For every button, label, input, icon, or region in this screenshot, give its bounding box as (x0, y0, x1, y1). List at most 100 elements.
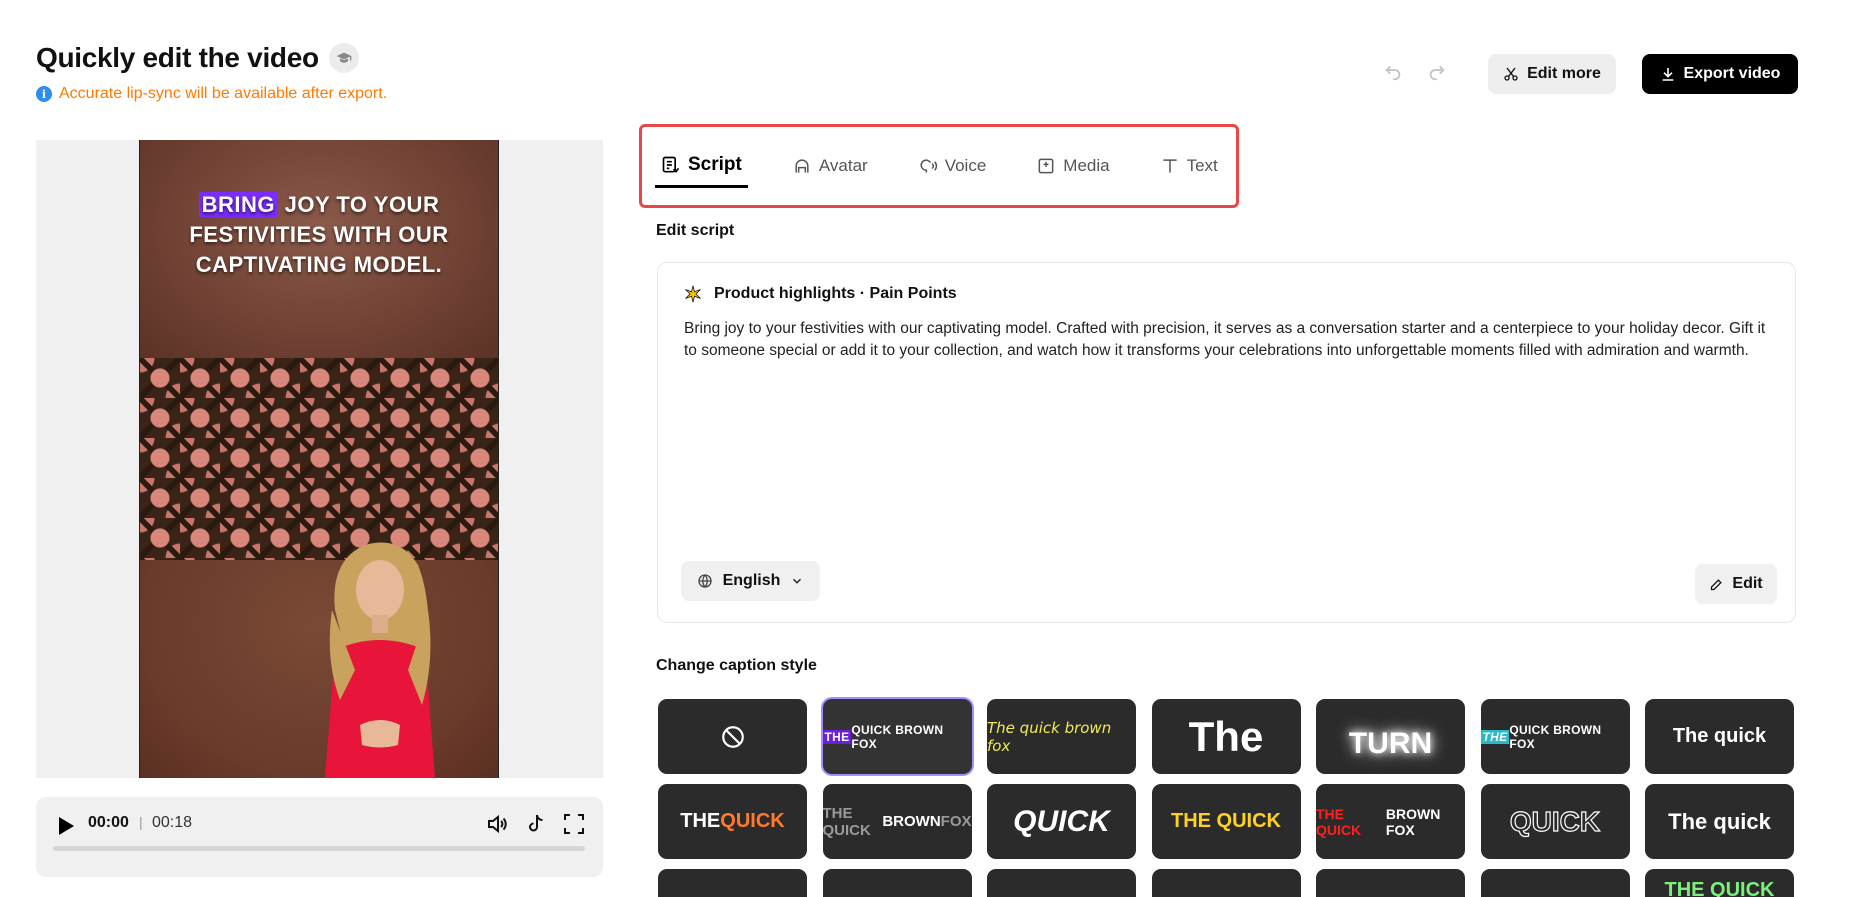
tab-text[interactable]: Text (1154, 144, 1224, 188)
caption-style-text: QUICK BROWN FOX (1509, 722, 1602, 751)
current-time: 00:00 (88, 814, 129, 831)
caption-style-text: THE (822, 729, 852, 744)
history-controls (1382, 60, 1448, 87)
media-icon (1038, 158, 1054, 174)
caption-style-text: The (1188, 712, 1264, 760)
caption-style-tile[interactable]: THE QUICK (1645, 869, 1794, 897)
caption-style-text: The quick (1668, 808, 1771, 834)
export-label: Export video (1683, 65, 1781, 82)
caption-style-tile[interactable]: The (1151, 699, 1301, 774)
language-label: English (722, 572, 781, 589)
caption-style-text: THE (680, 810, 721, 832)
avatar-icon (795, 159, 809, 173)
caption-style-tile[interactable]: THE QUICK (658, 784, 807, 859)
editor-tabs: Script Avatar Voice Media Text (655, 144, 1262, 188)
caption-style-text: THE QUICK (1171, 810, 1281, 832)
caption-style-text: BROWN FOX (1385, 805, 1441, 838)
caption-style-text: TURN (1348, 726, 1433, 760)
caption-style-tile[interactable]: The quick (1645, 784, 1794, 859)
caption-style-tile[interactable]: THE QUICK (1151, 784, 1301, 859)
no-caption-icon (721, 725, 744, 748)
graduation-cap-icon[interactable] (328, 43, 359, 73)
page-title: Quickly edit the video (36, 42, 359, 74)
caption-style-grid: THE QUICK BROWN FOX The quick brown fox … (658, 699, 1798, 859)
tab-voice-label: Voice (944, 156, 987, 175)
caption-style-tile[interactable] (1151, 869, 1301, 897)
caption-line-3: CAPTIVATING MODEL. (195, 252, 443, 277)
script-card: Product highlights · Pain Points Bring j… (657, 262, 1796, 623)
script-card-title: Product highlights · Pain Points (714, 285, 957, 302)
caption-style-row-partial: THE QUICK (658, 869, 1798, 897)
fullscreen-icon[interactable] (562, 812, 586, 836)
edit-script-button[interactable]: Edit (1695, 564, 1777, 604)
time-separator: | (139, 814, 143, 830)
caption-style-text: THE QUICK (822, 804, 871, 839)
caption-style-tile[interactable]: The quick brown fox (987, 699, 1136, 774)
caption-style-text: THE QUICK (1316, 805, 1362, 838)
caption-style-tile[interactable]: QUICK (1480, 784, 1630, 859)
tab-text-label: Text (1186, 156, 1218, 175)
caption-style-tile[interactable] (1316, 869, 1465, 897)
edit-more-label: Edit more (1527, 65, 1601, 82)
script-card-header: Product highlights · Pain Points (684, 285, 957, 303)
script-icon (662, 156, 680, 173)
text-icon (1162, 159, 1177, 173)
caption-style-text: The quick (1672, 725, 1767, 747)
caption-line-1: JOY TO YOUR (278, 192, 440, 217)
caption-style-tile[interactable]: THE QUICK BROWN FOX (1316, 784, 1465, 859)
video-frame[interactable]: BRING JOY TO YOUR FESTIVITIES WITH OUR C… (139, 140, 499, 778)
caption-style-text: THE (1480, 729, 1510, 744)
download-icon (1662, 68, 1673, 81)
caption-style-tile[interactable] (822, 869, 972, 897)
video-preview-area: BRING JOY TO YOUR FESTIVITIES WITH OUR C… (36, 140, 603, 778)
edit-script-label: Edit (1732, 575, 1763, 592)
chevron-down-icon (793, 578, 802, 584)
video-caption: BRING JOY TO YOUR FESTIVITIES WITH OUR C… (140, 190, 498, 280)
caption-style-tile[interactable]: THE QUICK BROWN FOX (1480, 699, 1630, 774)
voice-icon (920, 159, 937, 173)
tab-script[interactable]: Script (655, 144, 748, 188)
caption-style-tile[interactable]: THE QUICK BROWN FOX (822, 699, 972, 774)
tab-media[interactable]: Media (1030, 144, 1115, 188)
tiktok-icon[interactable] (524, 812, 548, 836)
caption-style-text: FOX (940, 813, 972, 830)
tab-avatar[interactable]: Avatar (786, 144, 874, 188)
sparkle-icon (685, 285, 701, 303)
undo-icon[interactable] (1382, 60, 1404, 87)
edit-more-button[interactable]: Edit more (1488, 54, 1616, 94)
tab-media-label: Media (1063, 156, 1110, 175)
redo-icon[interactable] (1426, 60, 1448, 87)
play-icon[interactable] (56, 814, 76, 838)
tab-script-label: Script (688, 153, 742, 175)
info-icon: i (36, 86, 52, 102)
progress-bar[interactable] (53, 846, 585, 851)
export-video-button[interactable]: Export video (1642, 54, 1798, 94)
caption-style-text: QUICK (720, 810, 785, 832)
script-body[interactable]: Bring joy to your festivities with our c… (684, 318, 1779, 362)
scissors-icon (1504, 67, 1518, 81)
page-title-text: Quickly edit the video (36, 42, 319, 73)
total-time: 00:18 (152, 814, 193, 831)
caption-style-tile[interactable]: QUICK (987, 784, 1136, 859)
caption-style-text: QUICK (1509, 805, 1601, 837)
pencil-icon (1711, 578, 1723, 590)
caption-style-none[interactable] (658, 699, 807, 774)
caption-style-tile[interactable]: The quick (1645, 699, 1794, 774)
caption-style-heading: Change caption style (656, 657, 817, 674)
caption-style-tile[interactable]: TURN (1316, 699, 1465, 774)
tab-voice[interactable]: Voice (912, 144, 993, 188)
caption-style-text: QUICK BROWN FOX (851, 722, 944, 751)
caption-highlight-word: BRING (198, 192, 279, 217)
caption-style-tile[interactable] (987, 869, 1136, 897)
caption-style-text: The quick brown fox (987, 718, 1112, 755)
caption-style-tile[interactable] (1480, 869, 1630, 897)
language-select[interactable]: English (681, 561, 820, 601)
notice-text: Accurate lip-sync will be available afte… (59, 85, 388, 102)
avatar-presenter (325, 542, 435, 778)
caption-style-tile[interactable]: THE QUICK BROWN FOX (822, 784, 972, 859)
caption-style-tile[interactable] (658, 869, 807, 897)
globe-icon (697, 574, 712, 588)
volume-icon[interactable] (485, 812, 509, 836)
edit-script-heading: Edit script (656, 222, 735, 239)
caption-style-text: BROWN (882, 813, 941, 830)
